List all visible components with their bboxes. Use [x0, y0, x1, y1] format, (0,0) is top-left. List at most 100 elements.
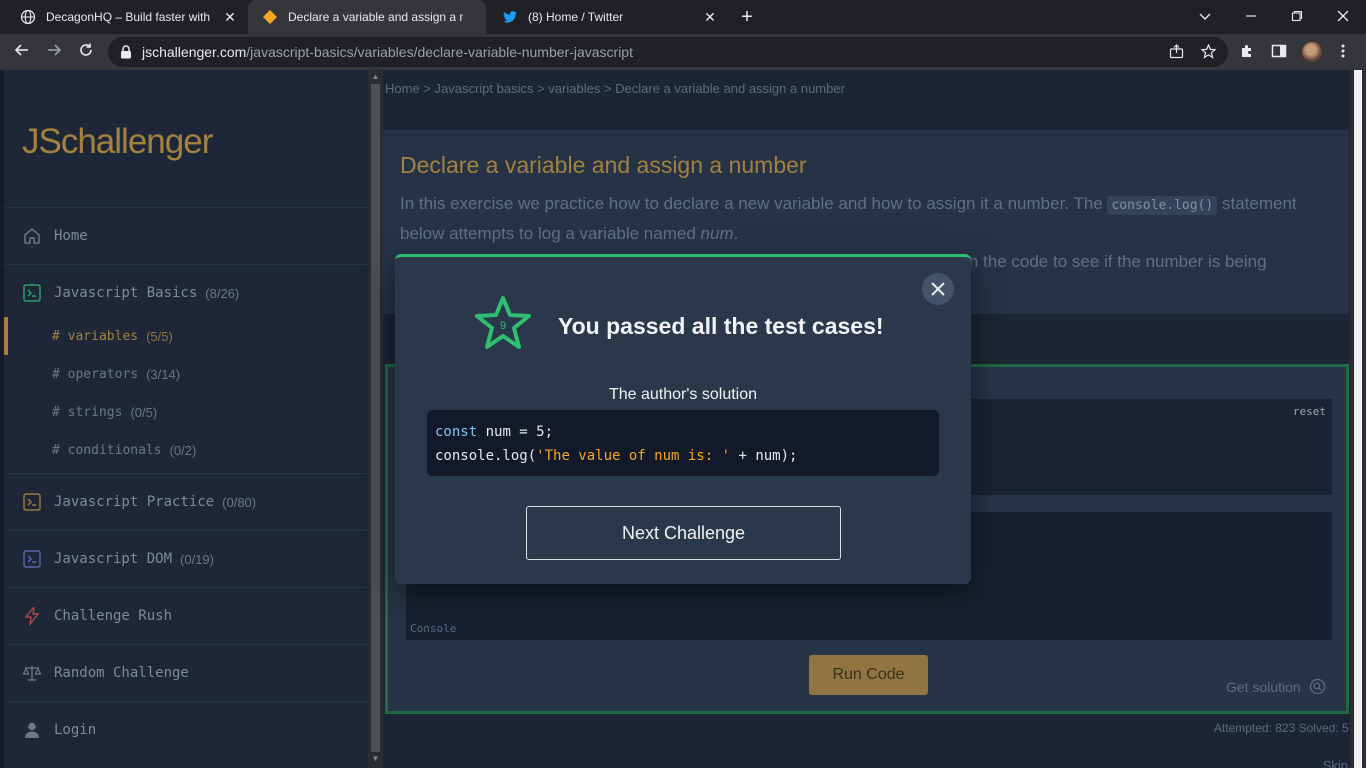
profile-avatar[interactable]: [1302, 42, 1322, 62]
code-text: num = 5;: [477, 424, 554, 440]
browser-tab-bar: DecagonHQ – Build faster with ve ✕ Decla…: [0, 0, 1366, 34]
progress-count: (8/26): [205, 285, 240, 301]
sidebar-item-javascript-basics[interactable]: Javascript Basics (8/26): [4, 264, 368, 321]
solution-code: const num = 5; console.log('The value of…: [427, 410, 939, 476]
scrollbar-thumb[interactable]: [1354, 70, 1362, 768]
kebab-menu-icon[interactable]: [1334, 43, 1352, 61]
share-icon[interactable]: [1168, 44, 1184, 60]
new-tab-button[interactable]: +: [736, 6, 758, 28]
jschallenger-diamond-icon: [263, 10, 277, 24]
close-tab-icon[interactable]: ✕: [702, 9, 718, 25]
sidebar-item-login[interactable]: Login: [4, 701, 368, 758]
search-icon: [1309, 678, 1325, 695]
scale-icon: [22, 666, 42, 681]
progress-count: (3/14): [146, 366, 181, 382]
sidebar-subitem-label: # strings: [52, 404, 123, 420]
exercise-title: Declare a variable and assign a number: [400, 152, 807, 178]
home-icon: [24, 228, 40, 244]
code-text: + num);: [730, 448, 798, 464]
globe-icon: [20, 9, 36, 25]
sidebar-scrollbar[interactable]: ▲ ▼: [368, 70, 383, 768]
progress-count: (0/5): [130, 404, 158, 420]
progress-count: (0/80): [222, 494, 257, 510]
sidebar-item-label: Challenge Rush: [54, 608, 173, 624]
restore-icon[interactable]: [1286, 6, 1308, 28]
sidebar-subitem-label: # operators: [52, 366, 139, 382]
progress-count: (0/2): [169, 442, 197, 458]
sidebar-item-label: Javascript Basics: [54, 285, 198, 301]
lightning-bolt-icon: [24, 607, 40, 626]
scroll-down-arrow-icon[interactable]: ▼: [371, 754, 380, 764]
sidebar-item-label: Login: [54, 722, 97, 738]
sidebar-subitem-label: # variables: [52, 328, 139, 344]
tab-jschallenger[interactable]: Declare a variable and assign a n: [248, 0, 486, 34]
extensions-puzzle-icon[interactable]: [1238, 43, 1256, 61]
lock-icon: [121, 45, 131, 59]
sidebar-item-label: Javascript Practice: [54, 494, 215, 510]
sidebar-subitem-strings[interactable]: # strings (0/5): [4, 393, 368, 431]
progress-count: (5/5): [146, 328, 173, 344]
tab-title: DecagonHQ – Build faster with ve: [46, 10, 211, 24]
twitter-bird-icon: [503, 11, 517, 23]
bookmark-star-icon[interactable]: [1199, 43, 1217, 60]
scrollbar-thumb[interactable]: [371, 84, 380, 752]
jschallenger-logo[interactable]: JSchallenger: [22, 122, 213, 162]
code-text: console.log(: [435, 448, 537, 464]
page-scrollbar[interactable]: [1350, 70, 1366, 768]
back-arrow-icon[interactable]: [12, 42, 32, 62]
address-bar[interactable]: jschallenger.com/javascript-basics/varia…: [108, 37, 1228, 67]
inline-code: console.log(): [1107, 196, 1218, 215]
get-solution-link[interactable]: Get solution: [1226, 678, 1326, 695]
url-domain: jschallenger.com: [142, 44, 247, 60]
sidebar-item-javascript-practice[interactable]: Javascript Practice (0/80): [4, 473, 368, 530]
sidebar-item-label: Home: [54, 228, 88, 244]
star-count: 9: [500, 320, 506, 332]
reset-button[interactable]: reset: [1293, 405, 1326, 418]
tab-decagonhq[interactable]: DecagonHQ – Build faster with ve ✕: [6, 0, 246, 34]
sidebar-subitem-operators[interactable]: # operators (3/14): [4, 355, 368, 393]
scroll-up-arrow-icon[interactable]: ▲: [371, 72, 380, 82]
skip-link[interactable]: Skip: [1323, 758, 1348, 768]
code-keyword: const: [435, 424, 478, 440]
reload-icon[interactable]: [76, 42, 96, 62]
close-tab-icon[interactable]: ✕: [222, 9, 238, 25]
minimize-icon[interactable]: [1240, 6, 1262, 28]
terminal-icon: [23, 493, 41, 511]
close-modal-button[interactable]: [922, 273, 954, 305]
next-challenge-button[interactable]: Next Challenge: [526, 506, 841, 560]
forward-arrow-icon[interactable]: [44, 42, 64, 62]
console-label: Console: [410, 622, 457, 635]
terminal-icon: [23, 284, 41, 302]
sidebar-item-label: Javascript DOM: [54, 551, 173, 567]
breadcrumb[interactable]: Home > Javascript basics > variables > D…: [385, 81, 845, 96]
close-window-icon[interactable]: [1332, 6, 1354, 28]
side-panel-icon[interactable]: [1270, 43, 1288, 61]
sidebar-item-challenge-rush[interactable]: Challenge Rush: [4, 587, 368, 644]
sidebar-item-javascript-dom[interactable]: Javascript DOM (0/19): [4, 530, 368, 587]
tab-twitter[interactable]: (8) Home / Twitter ✕: [488, 0, 726, 34]
tab-title: Declare a variable and assign a n: [288, 10, 463, 24]
sidebar-item-label: Random Challenge: [54, 665, 189, 681]
browser-toolbar: jschallenger.com/javascript-basics/varia…: [0, 34, 1366, 70]
run-code-button[interactable]: Run Code: [809, 655, 928, 695]
get-solution-label: Get solution: [1226, 678, 1301, 695]
solution-label: The author's solution: [608, 386, 758, 403]
modal-title: You passed all the test cases!: [558, 313, 884, 339]
url-text: jschallenger.com/javascript-basics/varia…: [142, 44, 633, 60]
sidebar-subitem-variables[interactable]: # variables (5/5): [4, 317, 368, 355]
close-icon: [931, 282, 945, 296]
success-modal: 9 You passed all the test cases! The aut…: [395, 254, 971, 584]
sidebar: JSchallenger Home Javascript Basics (8/2…: [0, 70, 368, 768]
sidebar-item-random-challenge[interactable]: Random Challenge: [4, 644, 368, 701]
progress-count: (0/19): [180, 551, 214, 567]
terminal-icon: [23, 550, 41, 568]
user-icon: [25, 722, 39, 738]
sidebar-subitem-label: # conditionals: [52, 442, 162, 458]
sidebar-subitem-conditionals[interactable]: # conditionals (0/2): [4, 431, 368, 469]
star-icon: 9: [475, 296, 531, 349]
sidebar-item-home[interactable]: Home: [4, 207, 368, 264]
variable-name: num: [700, 224, 734, 243]
tab-title: (8) Home / Twitter: [528, 10, 624, 24]
tab-search-chevron-icon[interactable]: [1194, 6, 1216, 28]
url-path: /javascript-basics/variables/declare-var…: [246, 44, 633, 60]
